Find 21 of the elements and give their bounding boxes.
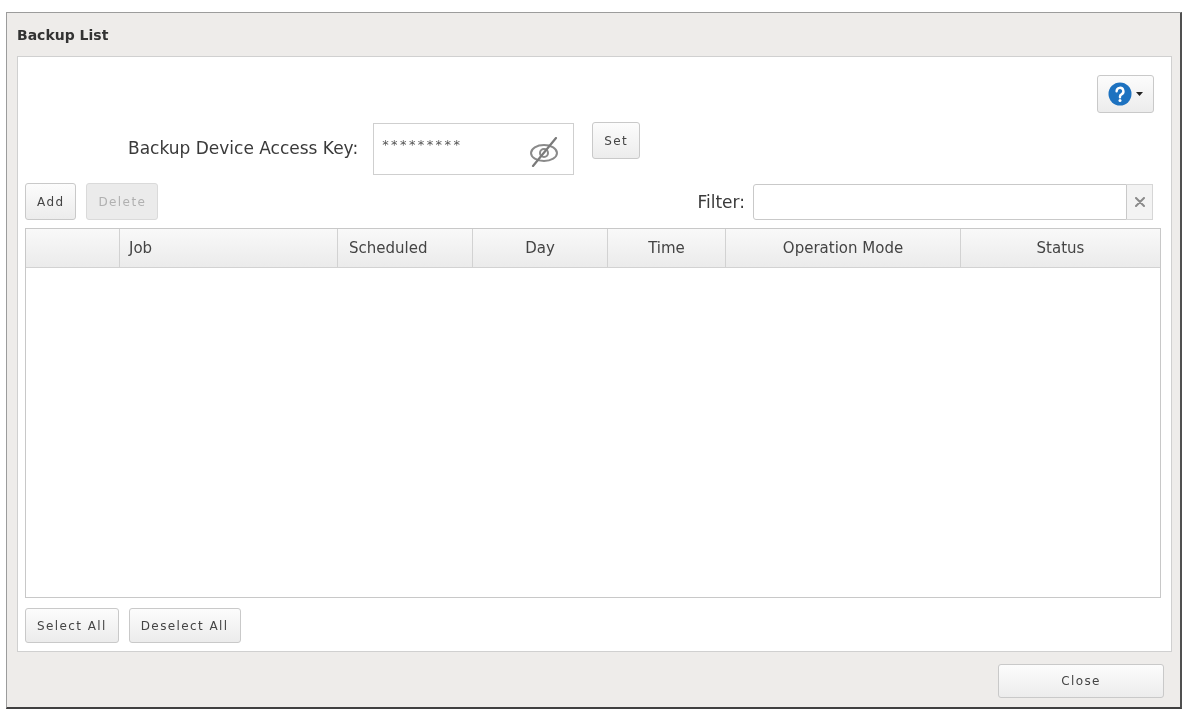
close-button[interactable]: Close (998, 664, 1164, 698)
column-header[interactable]: Time (608, 229, 726, 267)
filter-field[interactable] (753, 183, 1127, 220)
column-header[interactable]: Day (473, 229, 608, 267)
column-header[interactable]: Operation Mode (726, 229, 961, 267)
column-header[interactable]: Scheduled (338, 229, 473, 267)
column-header[interactable]: Status (961, 229, 1160, 267)
help-icon (1108, 82, 1132, 106)
filter-label: Filter: (697, 191, 745, 212)
deselect-all-button[interactable]: Deselect All (128, 608, 241, 643)
column-header[interactable]: Job (120, 229, 338, 267)
help-button[interactable] (1097, 75, 1154, 113)
clear-filter-button[interactable] (1127, 183, 1153, 220)
clear-icon (1134, 196, 1145, 207)
set-button[interactable]: Set (592, 122, 641, 159)
select-all-button[interactable]: Select All (25, 608, 119, 643)
window-title: Backup List (17, 26, 109, 43)
add-button[interactable]: Add (25, 183, 77, 220)
caret-icon (1136, 92, 1143, 96)
access-key-label: Backup Device Access Key: (128, 138, 359, 158)
access-key-field[interactable]: ********* (373, 123, 575, 175)
